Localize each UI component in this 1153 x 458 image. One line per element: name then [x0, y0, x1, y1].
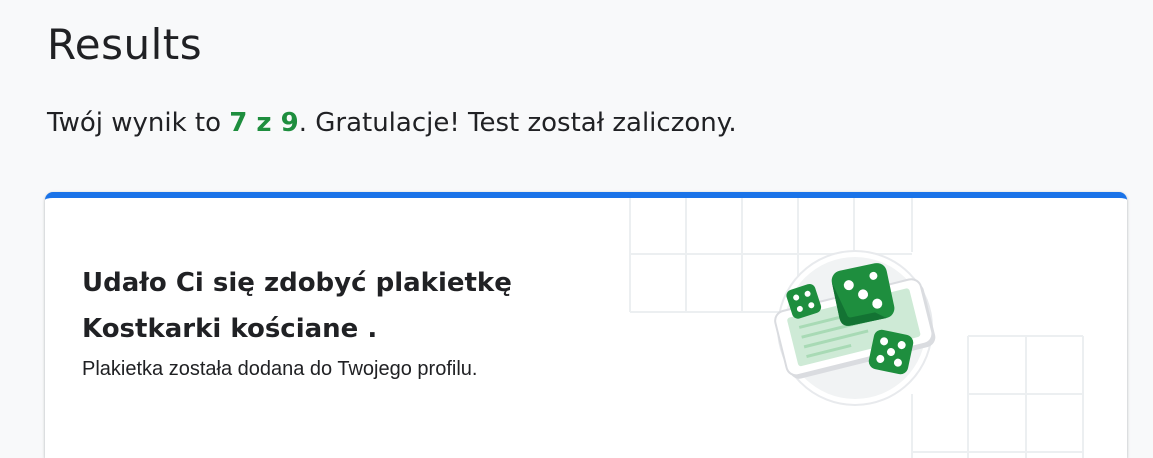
- dice-badge-icon: [774, 250, 936, 406]
- score-suffix: . Gratulacje! Test został zaliczony.: [298, 108, 737, 138]
- badge-note: Plakietka została dodana do Twojego prof…: [82, 358, 478, 380]
- badge-heading-text: Udało Ci się zdobyć plakietkę: [82, 268, 512, 298]
- badge-heading: Udało Ci się zdobyć plakietkę Kostkarki k…: [82, 260, 512, 352]
- page-title: Results: [47, 20, 203, 69]
- score-value: 7 z 9: [229, 108, 299, 138]
- score-prefix: Twój wynik to: [47, 108, 222, 138]
- score-line: Twój wynik to 7 z 9. Gratulacje! Test zo…: [47, 108, 737, 138]
- badge-card: Udało Ci się zdobyć plakietkę Kostkarki k…: [45, 192, 1127, 458]
- badge-name: Kostkarki kościane .: [82, 314, 378, 344]
